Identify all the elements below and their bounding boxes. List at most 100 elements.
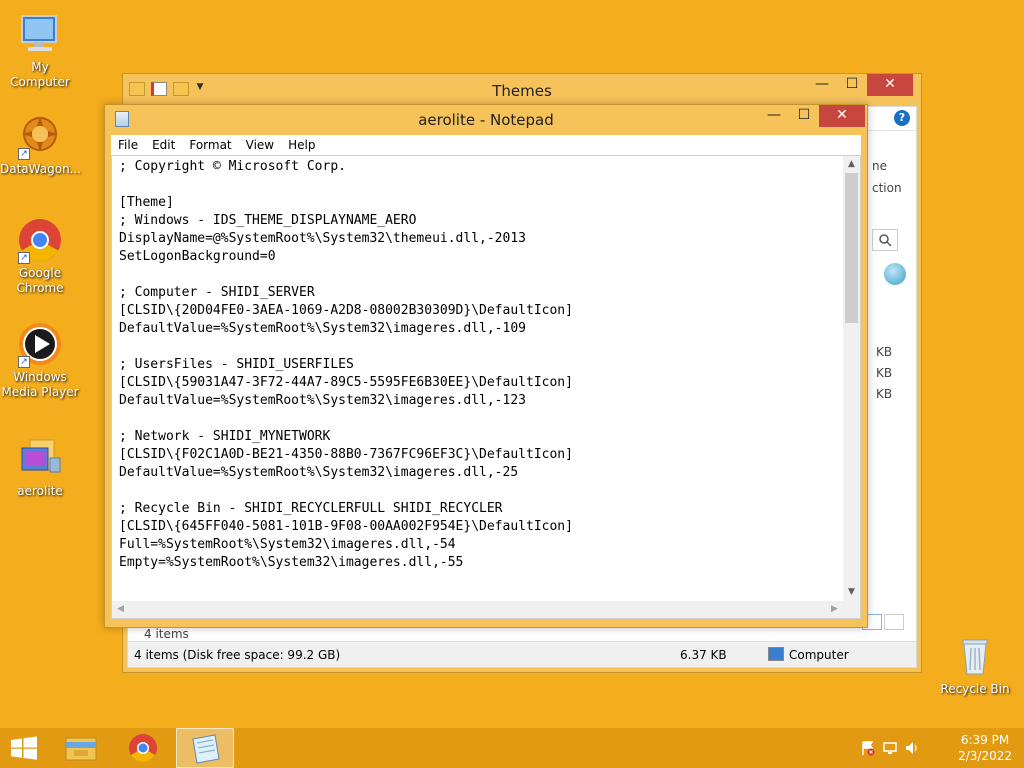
desktop-icon-windows-media-player[interactable]: ↗ Windows Media Player [0, 320, 80, 400]
items-count: 4 items [144, 627, 189, 641]
file-size: KB [876, 345, 893, 359]
taskbar: 6:39 PM 2/3/2022 [0, 728, 1024, 768]
ribbon-label: ne [872, 159, 887, 173]
desktop-icon-recycle-bin[interactable]: Recycle Bin [935, 632, 1015, 697]
desktop-icon-label: Windows Media Player [1, 370, 79, 399]
window-controls: — ☐ ✕ [759, 105, 865, 127]
menu-bar: File Edit Format View Help [111, 135, 861, 155]
window-title: aerolite - Notepad [418, 111, 554, 129]
system-clock[interactable]: 6:39 PM 2/3/2022 [958, 732, 1012, 764]
vertical-scrollbar[interactable]: ▲ ▼ [843, 156, 860, 601]
recycle-bin-icon [951, 632, 999, 680]
text-line: [CLSID\{59031A47-3F72-44A7-89C5-5595FE6B… [119, 375, 573, 390]
text-line [119, 338, 840, 356]
clock-date: 2/3/2022 [958, 749, 1012, 763]
action-center-flag-icon[interactable] [860, 740, 876, 756]
text-line: [CLSID\{F02C1A0D-BE21-4350-88B0-7367FC96… [119, 447, 573, 462]
shortcut-arrow-icon: ↗ [18, 252, 30, 264]
menu-file[interactable]: File [111, 135, 145, 155]
desktop-icon-aerolite[interactable]: aerolite [0, 434, 80, 499]
text-line: ; UsersFiles - SHIDI_USERFILES [119, 357, 354, 372]
text-line: [CLSID\{645FF040-5081-101B-9F08-00AA002F… [119, 519, 573, 534]
large-icons-view-icon[interactable] [884, 614, 904, 630]
desktop-icon-datawagon[interactable]: ↗ DataWagon... [0, 112, 82, 177]
desktop-icon-label: My Computer [10, 60, 70, 89]
menu-format[interactable]: Format [182, 135, 238, 155]
text-line: ; Windows - IDS_THEME_DISPLAYNAME_AERO [119, 213, 417, 228]
scrollbar-corner [843, 601, 860, 618]
file-size: KB [876, 387, 893, 401]
clock-time: 6:39 PM [960, 733, 1010, 747]
system-tray: 6:39 PM 2/3/2022 [854, 728, 1024, 768]
notepad-icon [192, 734, 220, 764]
scroll-thumb[interactable] [845, 173, 858, 323]
notepad-title-bar[interactable]: aerolite - Notepad — ☐ ✕ [105, 105, 867, 133]
minimize-button[interactable]: — [807, 74, 837, 96]
text-line: ; Computer - SHIDI_SERVER [119, 285, 315, 300]
maximize-button[interactable]: ☐ [789, 105, 819, 127]
taskbar-file-explorer[interactable] [52, 728, 110, 768]
scroll-left-icon[interactable]: ◀ [112, 601, 129, 618]
text-line: DefaultValue=%SystemRoot%\System32\image… [119, 465, 519, 480]
text-line [119, 266, 840, 284]
text-line: ; Network - SHIDI_MYNETWORK [119, 429, 331, 444]
desktop-icon-label: Recycle Bin [940, 682, 1010, 696]
window-title: Themes [492, 82, 552, 100]
window-controls: — ☐ ✕ [807, 74, 913, 96]
text-line: DefaultValue=%SystemRoot%\System32\image… [119, 393, 526, 408]
close-button[interactable]: ✕ [819, 105, 865, 127]
text-line: DefaultValue=%SystemRoot%\System32\image… [119, 321, 526, 336]
explorer-title-bar[interactable]: ▼ Themes — ☐ ✕ [123, 74, 921, 106]
text-line: DisplayName=@%SystemRoot%\System32\theme… [119, 231, 526, 246]
maximize-button[interactable]: ☐ [837, 74, 867, 96]
theme-preview-icon [884, 263, 906, 285]
chrome-icon [129, 734, 157, 762]
ribbon-label: ction [872, 181, 902, 195]
editor-content[interactable]: ; Copyright © Microsoft Corp. [Theme] ; W… [119, 158, 840, 572]
status-bar: 4 items (Disk free space: 99.2 GB) 6.37 … [128, 614, 916, 667]
text-editor[interactable]: ; Copyright © Microsoft Corp. [Theme] ; W… [111, 155, 861, 619]
text-line: SetLogonBackground=0 [119, 249, 276, 264]
media-player-icon: ↗ [16, 320, 64, 368]
desktop-icon-label: Google Chrome [16, 266, 64, 295]
theme-file-icon [16, 434, 64, 482]
start-button[interactable] [0, 728, 48, 768]
text-line: ; Recycle Bin - SHIDI_RECYCLERFULL SHIDI… [119, 501, 503, 516]
notepad-window[interactable]: aerolite - Notepad — ☐ ✕ File Edit Forma… [104, 104, 868, 628]
scroll-down-icon[interactable]: ▼ [843, 584, 860, 601]
scroll-up-icon[interactable]: ▲ [843, 156, 860, 173]
text-line: Empty=%SystemRoot%\System32\imageres.dll… [119, 555, 464, 570]
desktop-icon-my-computer[interactable]: My Computer [0, 10, 80, 90]
computer-icon [768, 647, 784, 661]
taskbar-notepad[interactable] [176, 728, 234, 768]
network-icon[interactable] [882, 740, 898, 756]
text-line: [Theme] [119, 195, 174, 210]
shortcut-arrow-icon: ↗ [18, 148, 30, 160]
status-location: Computer [789, 648, 849, 662]
chrome-icon: ↗ [16, 216, 64, 264]
desktop-icon-label: DataWagon... [0, 162, 82, 176]
search-icon [879, 234, 892, 247]
volume-icon[interactable] [904, 740, 920, 756]
view-buttons [862, 614, 904, 630]
scroll-right-icon[interactable]: ▶ [826, 601, 843, 618]
close-button[interactable]: ✕ [867, 74, 913, 96]
horizontal-scrollbar[interactable]: ◀ ▶ [112, 601, 843, 618]
desktop-icon-google-chrome[interactable]: ↗ Google Chrome [0, 216, 80, 296]
menu-edit[interactable]: Edit [145, 135, 182, 155]
search-button[interactable] [872, 229, 898, 251]
text-line: ; Copyright © Microsoft Corp. [119, 159, 346, 174]
status-items: 4 items (Disk free space: 99.2 GB) [134, 648, 341, 662]
taskbar-chrome[interactable] [114, 728, 172, 768]
file-explorer-icon [65, 737, 97, 761]
text-line [119, 176, 840, 194]
file-size: KB [876, 366, 893, 380]
menu-help[interactable]: Help [281, 135, 322, 155]
windows-logo-icon [11, 736, 37, 760]
text-line [119, 482, 840, 500]
minimize-button[interactable]: — [759, 105, 789, 127]
help-icon[interactable]: ? [894, 110, 910, 126]
text-line [119, 410, 840, 428]
menu-view[interactable]: View [239, 135, 281, 155]
shortcut-arrow-icon: ↗ [18, 356, 30, 368]
